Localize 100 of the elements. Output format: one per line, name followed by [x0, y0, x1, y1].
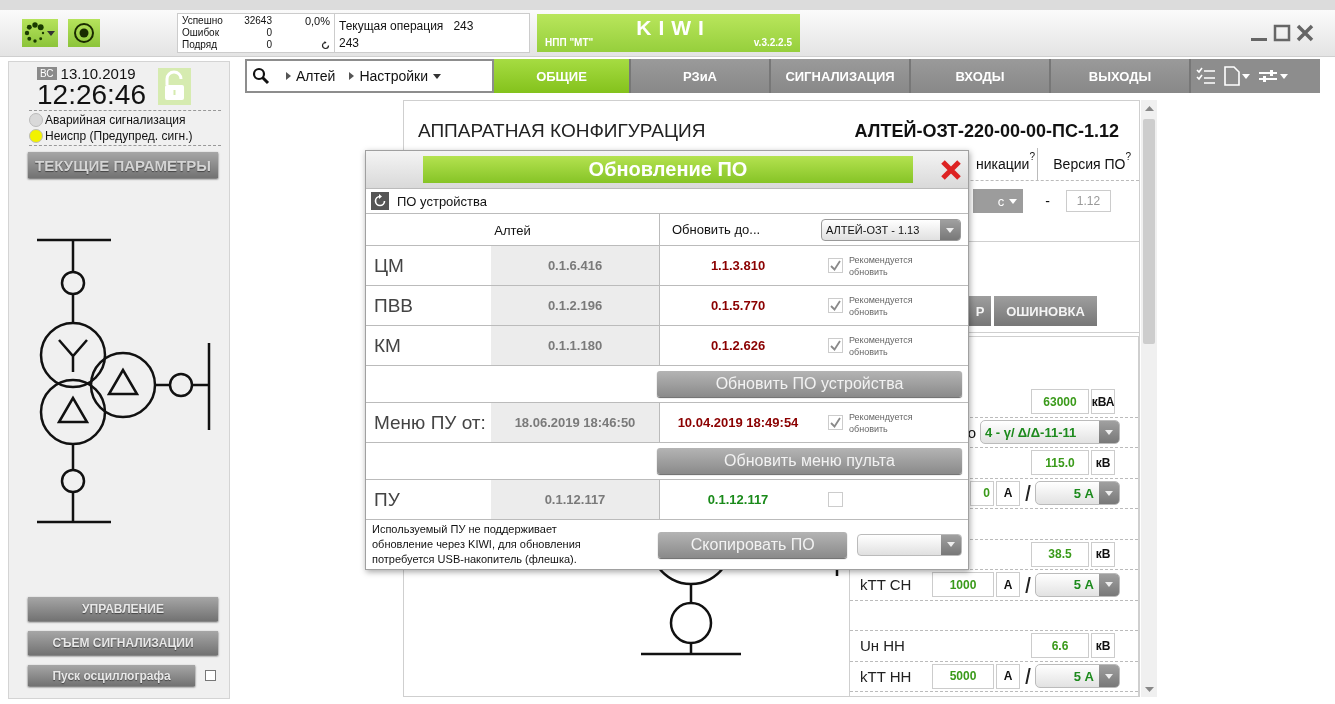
close-icon[interactable] — [1295, 23, 1315, 43]
firmware-dropdown[interactable]: АЛТЕЙ-ОЗТ - 1.13 — [821, 219, 961, 241]
checkbox[interactable] — [828, 338, 843, 353]
caret-icon — [947, 542, 955, 547]
breadcrumb-link[interactable]: Настройки — [359, 68, 429, 84]
caret-icon[interactable] — [433, 73, 442, 79]
refresh-button[interactable] — [371, 192, 389, 210]
caret-icon — [1009, 198, 1018, 204]
update-button[interactable]: Обновить ПО устройства — [657, 371, 962, 397]
device-name: АЛТЕЙ-ОЗТ-220-00-00-ПС-1.12 — [854, 121, 1119, 142]
section-title: АППАРАТНАЯ КОНФИГУРАЦИЯ — [418, 120, 706, 142]
current-version: 0.1.6.416 — [491, 246, 659, 285]
update-button[interactable]: Обновить меню пульта — [657, 448, 962, 474]
percent-text: 0,0% — [303, 15, 330, 27]
stat-label: Ошибок — [182, 27, 221, 39]
alarm-label: Неиспр (Предупред. сигн.) — [45, 128, 193, 144]
panel-button[interactable]: СЪЕМ СИГНАЛИЗАЦИИ — [28, 631, 218, 655]
target-button[interactable] — [68, 19, 100, 47]
check-icon — [830, 300, 841, 311]
bus-button[interactable]: ОШИНОВКА — [994, 296, 1097, 326]
dropdown-value: АЛТЕЙ-ОЗТ - 1.13 — [825, 224, 921, 236]
dash-text: - — [1045, 193, 1050, 209]
parameter-label: Uн НН — [860, 637, 905, 655]
value-dropdown[interactable]: 5 А — [1035, 481, 1120, 506]
tab[interactable]: ВЫХОДЫ — [1051, 59, 1191, 93]
triangle-icon — [349, 72, 355, 80]
divider-mark — [1025, 576, 1031, 593]
tab[interactable]: СИГНАЛИЗАЦИЯ — [771, 59, 911, 93]
close-icon[interactable] — [940, 158, 962, 181]
dropdown-value: с — [997, 193, 1005, 209]
target-version: 10.04.2019 18:49:54 — [659, 403, 816, 442]
checkbox[interactable] — [828, 258, 843, 273]
current-version: 0.1.12.117 — [491, 480, 659, 519]
value-dropdown[interactable]: 4 - γ/ Δ/Δ-11-11 — [980, 420, 1120, 445]
unit-label: А — [996, 480, 1020, 506]
help-mark: ? — [1125, 151, 1131, 162]
column-header: Алтей — [493, 222, 532, 238]
breadcrumb-link[interactable]: Алтей — [296, 68, 336, 84]
checkbox[interactable] — [828, 415, 843, 430]
value-field[interactable]: 115.0 — [1031, 450, 1089, 476]
value-dropdown[interactable]: 5 А — [1035, 572, 1120, 597]
app-name: KIWI — [636, 16, 711, 40]
protocol-dropdown[interactable]: с — [973, 189, 1024, 213]
value-dropdown[interactable]: 5 А — [1035, 664, 1120, 689]
recommend-label: Рекомендуется обновить — [849, 253, 914, 278]
panel-button[interactable]: УПРАВЛЕНИЕ — [28, 597, 218, 621]
repeat-icon — [321, 40, 330, 50]
maximize-icon[interactable] — [1272, 23, 1292, 43]
value-field[interactable]: 6.6 — [1031, 633, 1089, 659]
module-name: ПВВ — [373, 294, 414, 317]
caret-icon — [47, 30, 55, 36]
tab[interactable]: ОБЩИЕ — [494, 59, 631, 93]
stat-label: Подряд — [182, 39, 219, 51]
value-field[interactable]: 1000 — [932, 572, 994, 598]
caret-icon — [1105, 673, 1113, 679]
checklist-icon[interactable] — [1196, 67, 1216, 85]
unit-label: кВ — [1091, 450, 1115, 476]
oscillograph-button[interactable]: Пуск осциллографа — [28, 665, 195, 686]
checkbox[interactable] — [828, 298, 843, 313]
divider-mark — [1025, 485, 1031, 502]
stat-value: 0 — [265, 27, 272, 39]
target-dropdown[interactable] — [857, 533, 962, 556]
search-button[interactable] — [250, 65, 272, 87]
value-field[interactable]: 63000 — [1031, 389, 1089, 415]
sliders-icon[interactable] — [1258, 68, 1278, 84]
value-field[interactable]: 5000 — [932, 663, 994, 689]
module-name: ПУ — [373, 488, 401, 511]
checkbox[interactable] — [205, 670, 216, 681]
column-header: Обновить до... — [659, 214, 816, 246]
target-icon — [74, 23, 94, 43]
scroll-thumb[interactable] — [1143, 119, 1155, 344]
unit-label: кВА — [1091, 389, 1115, 415]
weekday-badge: ВС — [37, 67, 57, 80]
caret-icon — [1105, 490, 1113, 496]
value-field[interactable]: 0 — [970, 480, 994, 506]
stat-label: Успешно — [182, 15, 224, 27]
bus-button[interactable]: Р — [969, 296, 991, 326]
caret-icon — [1105, 429, 1113, 435]
dropdown-value: 5 А — [1072, 577, 1095, 593]
recommend-label: Рекомендуется обновить — [849, 410, 914, 435]
tab[interactable]: РЗиА — [631, 59, 771, 93]
value-field[interactable]: 38.5 — [1031, 541, 1089, 567]
scroll-down-icon[interactable] — [1144, 687, 1154, 693]
current-params-button[interactable]: ТЕКУЩИЕ ПАРАМЕТРЫ — [28, 152, 218, 178]
loading-menu-button[interactable] — [22, 19, 58, 47]
scroll-up-icon[interactable] — [1144, 105, 1154, 111]
divider-mark — [1025, 668, 1031, 685]
caret-icon — [946, 227, 954, 233]
scrollbar[interactable] — [1141, 100, 1157, 697]
tab[interactable]: ВХОДЫ — [911, 59, 1051, 93]
current-version: 0.1.2.196 — [491, 286, 659, 325]
current-version: 0.1.1.180 — [491, 326, 659, 365]
copy-button[interactable]: Скопировать ПО — [658, 531, 848, 558]
checkbox[interactable] — [828, 492, 843, 507]
column-title: никации — [976, 156, 1030, 172]
target-version: 0.1.5.770 — [659, 286, 816, 325]
document-icon[interactable] — [1224, 66, 1240, 86]
check-icon — [830, 260, 841, 271]
search-icon — [252, 67, 270, 85]
triangle-icon — [286, 72, 291, 80]
